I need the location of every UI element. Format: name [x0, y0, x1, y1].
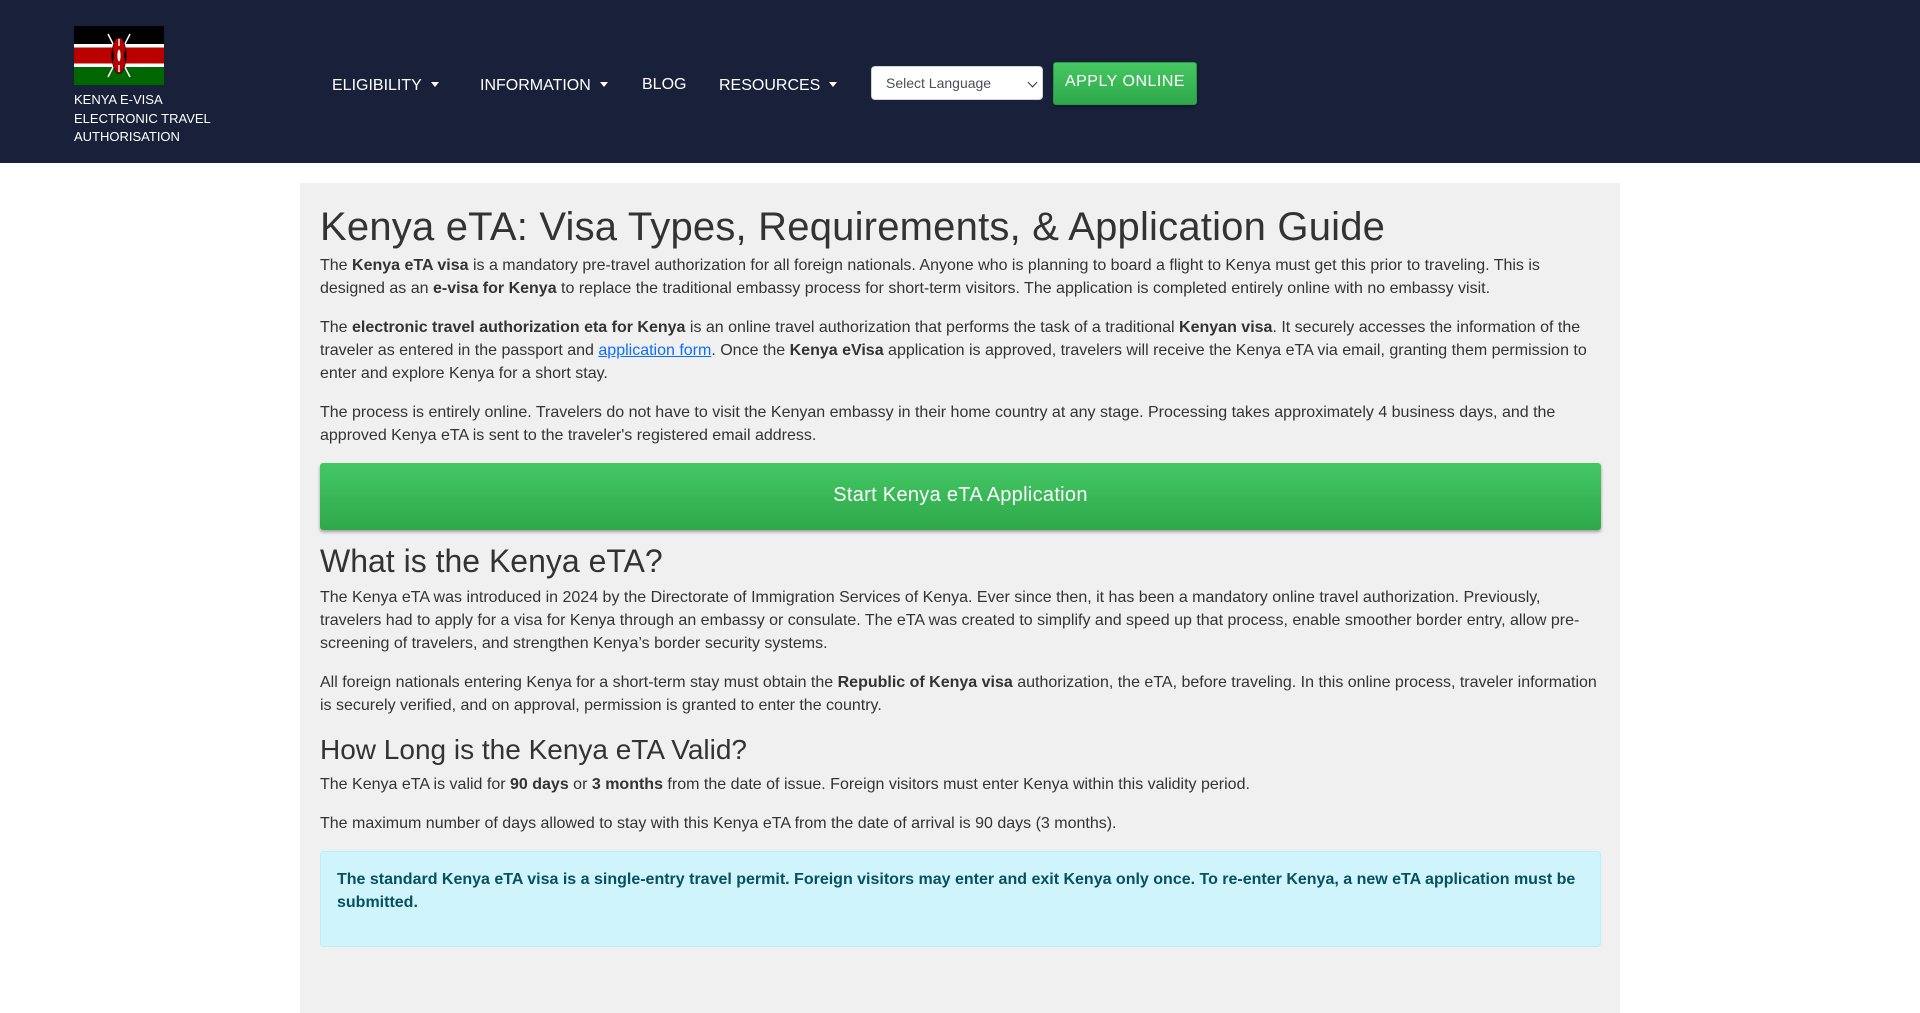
bold-text: 3 months — [591, 776, 663, 793]
bold-text: Republic of Kenya visa — [837, 674, 1013, 691]
text: All foreign nationals entering Kenya for… — [320, 674, 838, 691]
valid-paragraph-2: The maximum number of days allowed to st… — [320, 815, 1117, 832]
application-form-link[interactable]: application form — [598, 342, 711, 359]
bold-text: electronic travel authorization eta for … — [352, 319, 686, 336]
nav-blog-label: BLOG — [642, 76, 687, 93]
intro-paragraph-2: The electronic travel authorization eta … — [320, 316, 1600, 385]
intro-paragraph-1: The Kenya eTA visa is a mandatory pre-tr… — [320, 254, 1600, 300]
brand-line-2: ELECTRONIC TRAVEL — [74, 110, 211, 126]
valid-paragraph-1: The Kenya eTA is valid for 90 days or 3 … — [320, 773, 1600, 796]
chevron-down-icon — [829, 82, 838, 87]
text: is an online travel authorization that p… — [685, 319, 1180, 336]
nav-information-label: INFORMATION — [480, 77, 591, 94]
nav-eligibility-label: ELIGIBILITY — [332, 77, 422, 94]
single-entry-alert: The standard Kenya eTA visa is a single-… — [320, 851, 1601, 947]
bold-text: Kenyan visa — [1179, 319, 1273, 336]
language-select-value: Select Language — [886, 75, 992, 91]
nav-blog[interactable]: BLOG — [642, 73, 686, 97]
kenya-flag-icon — [74, 26, 164, 85]
bold-text: Kenya eTA visa — [352, 257, 469, 274]
nav-resources-label: RESOURCES — [719, 77, 821, 94]
chevron-down-icon — [1027, 77, 1038, 88]
text: The Kenya eTA is valid for — [320, 776, 511, 793]
bold-text: 90 days — [510, 776, 569, 793]
nav-eligibility[interactable]: ELIGIBILITY — [332, 74, 439, 98]
brand-line-1: KENYA E-VISA — [74, 92, 163, 107]
bold-text: Kenya eVisa — [789, 342, 884, 359]
text: to replace the traditional embassy proce… — [556, 280, 1491, 297]
start-application-button[interactable]: Start Kenya eTA Application — [320, 463, 1601, 530]
bold-text: e-visa for Kenya — [432, 280, 557, 297]
text: The — [320, 257, 353, 274]
brand-line-3: AUTHORISATION — [74, 129, 180, 144]
language-select[interactable]: Select Language — [871, 66, 1043, 100]
intro-paragraph-3: The process is entirely online. Traveler… — [320, 404, 1556, 444]
page-title: Kenya eTA: Visa Types, Requirements, & A… — [320, 205, 1386, 249]
nav-information[interactable]: INFORMATION — [480, 74, 608, 98]
chevron-down-icon — [430, 82, 439, 87]
section-heading-what: What is the Kenya eTA? — [320, 543, 663, 579]
brand-logo-link[interactable]: KENYA E-VISA ELECTRONIC TRAVEL AUTHORISA… — [74, 26, 234, 147]
text: The — [320, 319, 353, 336]
top-navbar: KENYA E-VISA ELECTRONIC TRAVEL AUTHORISA… — [0, 0, 1920, 163]
main-content: Kenya eTA: Visa Types, Requirements, & A… — [300, 183, 1620, 1013]
what-paragraph-2: All foreign nationals entering Kenya for… — [320, 671, 1600, 717]
text: . Once the — [711, 342, 790, 359]
text: or — [568, 776, 592, 793]
chevron-down-icon — [599, 82, 608, 87]
what-paragraph-1: The Kenya eTA was introduced in 2024 by … — [320, 589, 1580, 652]
brand-text: KENYA E-VISA ELECTRONIC TRAVEL AUTHORISA… — [74, 91, 234, 147]
apply-online-button[interactable]: APPLY ONLINE — [1053, 62, 1197, 105]
section-heading-valid: How Long is the Kenya eTA Valid? — [320, 734, 747, 765]
text: from the date of issue. Foreign visitors… — [662, 776, 1250, 793]
nav-resources[interactable]: RESOURCES — [719, 74, 838, 98]
